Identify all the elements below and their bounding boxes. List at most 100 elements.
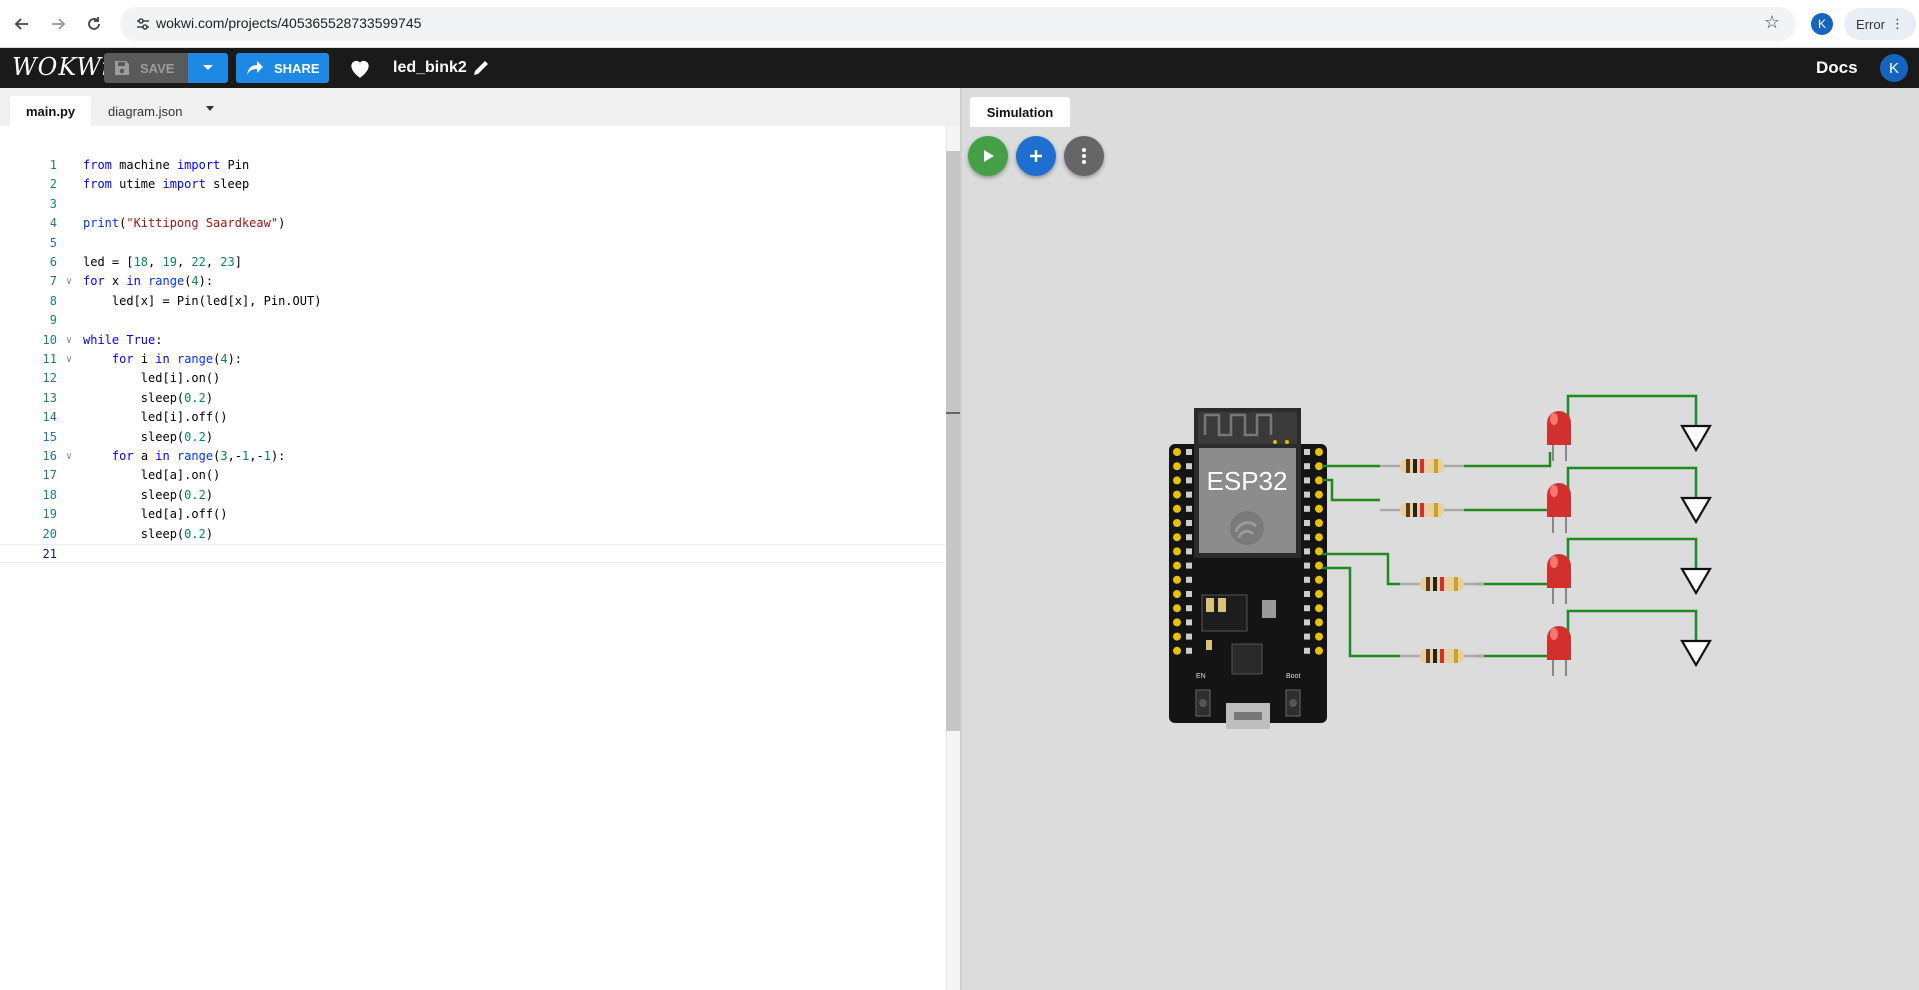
code-line[interactable]: 2 from utime import sleep	[0, 175, 946, 194]
tab-menu-caret-icon[interactable]	[206, 106, 214, 111]
header-pin[interactable]	[1315, 462, 1323, 471]
header-pin[interactable]	[1173, 448, 1181, 456]
heart-icon[interactable]	[347, 55, 373, 81]
header-pin[interactable]	[1315, 504, 1323, 513]
header-pin[interactable]	[1173, 533, 1181, 542]
resistor[interactable]	[1380, 459, 1464, 473]
line-number: 10	[42, 332, 57, 347]
wire-gpio22[interactable]	[1322, 478, 1380, 502]
red-led[interactable]	[1547, 554, 1571, 604]
resistor-band	[1434, 459, 1438, 473]
header-pin[interactable]	[1315, 533, 1323, 542]
fold-chevron-icon[interactable]: ∨	[66, 447, 72, 466]
header-pin[interactable]	[1315, 618, 1323, 627]
code-editor[interactable]: 1 from machine import Pin 2 from utime impo…	[0, 126, 946, 990]
site-info-icon[interactable]	[134, 15, 152, 33]
fold-chevron-icon[interactable]: ∨	[66, 272, 72, 291]
save-button[interactable]: SAVE	[104, 53, 188, 83]
header-pin[interactable]	[1173, 590, 1181, 598]
header-pin[interactable]	[1315, 646, 1323, 655]
header-pin[interactable]	[1173, 462, 1181, 471]
error-button[interactable]: Error ⋮	[1844, 8, 1916, 40]
header-pin[interactable]	[1173, 646, 1181, 655]
reload-icon[interactable]	[80, 10, 108, 38]
resistor-band	[1406, 503, 1410, 517]
tab-diagram-json[interactable]: diagram.json	[92, 96, 198, 126]
code-line[interactable]: 18 sleep(0.2)	[0, 486, 946, 505]
line-number: 1	[49, 158, 57, 172]
resistor[interactable]	[1380, 503, 1464, 517]
red-led[interactable]	[1547, 483, 1571, 533]
share-button[interactable]: SHARE	[236, 53, 329, 83]
code-line[interactable]: 21	[0, 544, 946, 563]
header-pin[interactable]	[1315, 448, 1323, 456]
code-line[interactable]: 7 ∨ for x in range(4):	[0, 272, 946, 291]
fold-chevron-icon[interactable]: ∨	[66, 331, 72, 350]
code-line[interactable]: 19 led[a].off()	[0, 505, 946, 524]
code-line[interactable]: 1 from machine import Pin	[0, 156, 946, 175]
code-line[interactable]: 11 ∨ for i in range(4):	[0, 350, 946, 369]
header-pin[interactable]	[1173, 519, 1181, 527]
header-pin[interactable]	[1315, 490, 1323, 499]
docs-link[interactable]: Docs	[1816, 58, 1858, 78]
pin-label-mark	[1186, 576, 1192, 583]
resistor-band	[1440, 577, 1444, 591]
header-pin[interactable]	[1315, 476, 1323, 485]
save-options-dropdown[interactable]	[188, 53, 228, 83]
profile-avatar[interactable]: K	[1811, 13, 1833, 35]
code-line[interactable]: 13 sleep(0.2)	[0, 389, 946, 408]
header-pin[interactable]	[1173, 561, 1181, 570]
header-pin[interactable]	[1173, 490, 1181, 499]
header-pin[interactable]	[1315, 590, 1323, 598]
code-line[interactable]: 14 led[i].off()	[0, 408, 946, 427]
wokwi-logo[interactable]: WOKWi	[12, 53, 110, 81]
circuit-diagram[interactable]: ESP32 EN Boot	[962, 88, 1919, 990]
code-line[interactable]: 20 sleep(0.2)	[0, 525, 946, 544]
code-line[interactable]: 3	[0, 195, 946, 214]
back-icon[interactable]	[8, 10, 36, 38]
editor-scroll-thumb[interactable]	[946, 151, 960, 731]
header-pin[interactable]	[1315, 604, 1323, 613]
header-pin[interactable]	[1173, 575, 1181, 584]
header-pin[interactable]	[1315, 561, 1323, 570]
code-line[interactable]: 6 led = [18, 19, 22, 23]	[0, 253, 946, 272]
header-pin[interactable]	[1173, 632, 1181, 641]
pin-label-mark	[1186, 505, 1192, 512]
wires[interactable]	[1322, 394, 1698, 658]
code-line[interactable]: 10 ∨ while True:	[0, 331, 946, 350]
header-pin[interactable]	[1173, 618, 1181, 627]
red-led[interactable]	[1547, 626, 1571, 676]
resistor[interactable]	[1400, 577, 1484, 591]
bookmark-star-icon[interactable]: ☆	[1764, 12, 1780, 33]
resistor-band	[1454, 649, 1458, 663]
line-number: 2	[49, 177, 57, 192]
code-text: for i in range(4):	[111, 352, 243, 366]
resistors[interactable]	[1380, 459, 1484, 663]
code-line[interactable]: 9	[0, 311, 946, 330]
forward-icon[interactable]	[44, 10, 72, 38]
esp32-board[interactable]: ESP32 EN Boot	[1169, 408, 1327, 729]
project-name[interactable]: led_bink2	[393, 59, 467, 77]
code-line[interactable]: 12 led[i].on()	[0, 369, 946, 388]
edit-pencil-icon[interactable]	[471, 58, 491, 78]
header-pin[interactable]	[1315, 519, 1323, 527]
header-pin[interactable]	[1173, 476, 1181, 485]
header-pin[interactable]	[1173, 504, 1181, 513]
header-pin[interactable]	[1315, 575, 1323, 584]
header-pin[interactable]	[1173, 604, 1181, 613]
code-line[interactable]: 8 led[x] = Pin(led[x], Pin.OUT)	[0, 292, 946, 311]
header-pin[interactable]	[1315, 632, 1323, 641]
address-bar[interactable]: wokwi.com/projects/405365528733599745 ☆	[120, 7, 1796, 41]
user-avatar[interactable]: K	[1880, 54, 1908, 82]
line-number: 13	[42, 390, 57, 405]
header-pin[interactable]	[1315, 547, 1323, 556]
code-line[interactable]: 15 sleep(0.2)	[0, 428, 946, 447]
code-line[interactable]: 16 ∨ for a in range(3,-1,-1):	[0, 447, 946, 466]
header-pin[interactable]	[1173, 547, 1181, 556]
code-line[interactable]: 17 led[a].on()	[0, 466, 946, 485]
code-line[interactable]: 5	[0, 234, 946, 253]
fold-chevron-icon[interactable]: ∨	[66, 350, 72, 369]
tab-main-py[interactable]: main.py	[10, 96, 92, 126]
code-line[interactable]: 4 print("Kittipong Saardkeaw")	[0, 214, 946, 233]
resistor[interactable]	[1400, 649, 1484, 663]
